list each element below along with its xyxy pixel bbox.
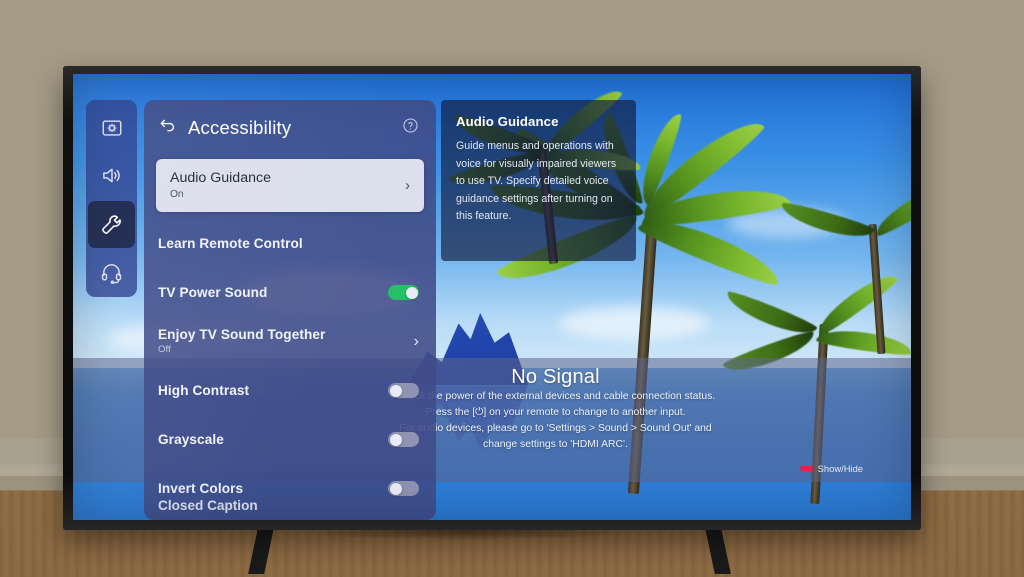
sidebar-item-support[interactable] [88,249,135,296]
toggle-high-contrast[interactable] [388,383,419,398]
tv-screen[interactable]: No Signal Check the power of the externa… [73,74,911,520]
wrench-icon [100,213,123,236]
menu-item-texts: Enjoy TV Sound Together Off [158,327,414,356]
accessibility-settings-panel: Accessibility Audio Guidance On › Learn … [144,100,436,520]
menu-item-label: Audio Guidance [170,170,271,186]
sidebar-item-sound[interactable] [88,152,135,199]
chevron-right-icon: › [413,332,419,350]
menu-item-label: TV Power Sound [158,284,268,300]
description-panel: Audio Guidance Guide menus and operation… [441,100,636,261]
on-screen-display: Accessibility Audio Guidance On › Learn … [73,74,911,520]
help-circle-icon[interactable] [402,117,419,139]
toggle-invert-colors[interactable] [388,481,419,496]
menu-item-grayscale[interactable]: Grayscale [158,415,422,464]
sidebar-item-general[interactable] [88,200,135,248]
selected-row-texts: Audio Guidance On [170,170,405,201]
chevron-right-icon: › [405,177,410,194]
menu-item-tv-power-sound[interactable]: TV Power Sound [158,268,422,317]
menu-item-label: High Contrast [158,382,250,398]
menu-item-label: Enjoy TV Sound Together [158,327,326,342]
menu-item-texts: Grayscale [158,432,388,448]
settings-menu-list: Learn Remote Control TV Power Sound Enjo… [144,219,436,513]
page-title: Accessibility [188,116,292,138]
menu-item-audio-guidance-selected[interactable]: Audio Guidance On › [156,159,424,212]
toggle-tv-power-sound[interactable] [388,285,419,300]
settings-category-rail [86,100,137,297]
menu-item-texts: Invert Colors [158,481,388,497]
menu-item-value: Off [158,344,171,355]
display-gear-icon [101,117,123,139]
sidebar-item-picture[interactable] [88,104,135,151]
toggle-knob [389,384,402,397]
toggle-knob [389,433,402,446]
toggle-knob [389,482,402,495]
toggle-grayscale[interactable] [388,432,419,447]
menu-item-value: On [170,189,184,200]
menu-item-label: Grayscale [158,431,224,447]
description-title: Audio Guidance [456,114,559,129]
headset-icon [100,261,123,284]
menu-item-label: Invert Colors [158,480,244,496]
menu-item-enjoy-tv-sound-together[interactable]: Enjoy TV Sound Together Off › [158,317,422,366]
toggle-knob [405,286,418,299]
back-arrow-icon[interactable] [158,116,177,140]
description-body: Guide menus and operations with voice fo… [456,140,617,223]
speaker-icon [100,164,123,187]
menu-item-texts: Learn Remote Control [158,236,422,252]
panel-header: Accessibility [144,100,436,155]
menu-item-high-contrast[interactable]: High Contrast [158,366,422,415]
menu-item-closed-caption[interactable]: Closed Caption [158,498,422,520]
menu-item-label: Learn Remote Control [158,235,303,251]
menu-item-texts: TV Power Sound [158,285,388,301]
menu-item-learn-remote-control[interactable]: Learn Remote Control [158,219,422,268]
television: No Signal Check the power of the externa… [63,66,921,530]
menu-item-texts: High Contrast [158,383,388,399]
